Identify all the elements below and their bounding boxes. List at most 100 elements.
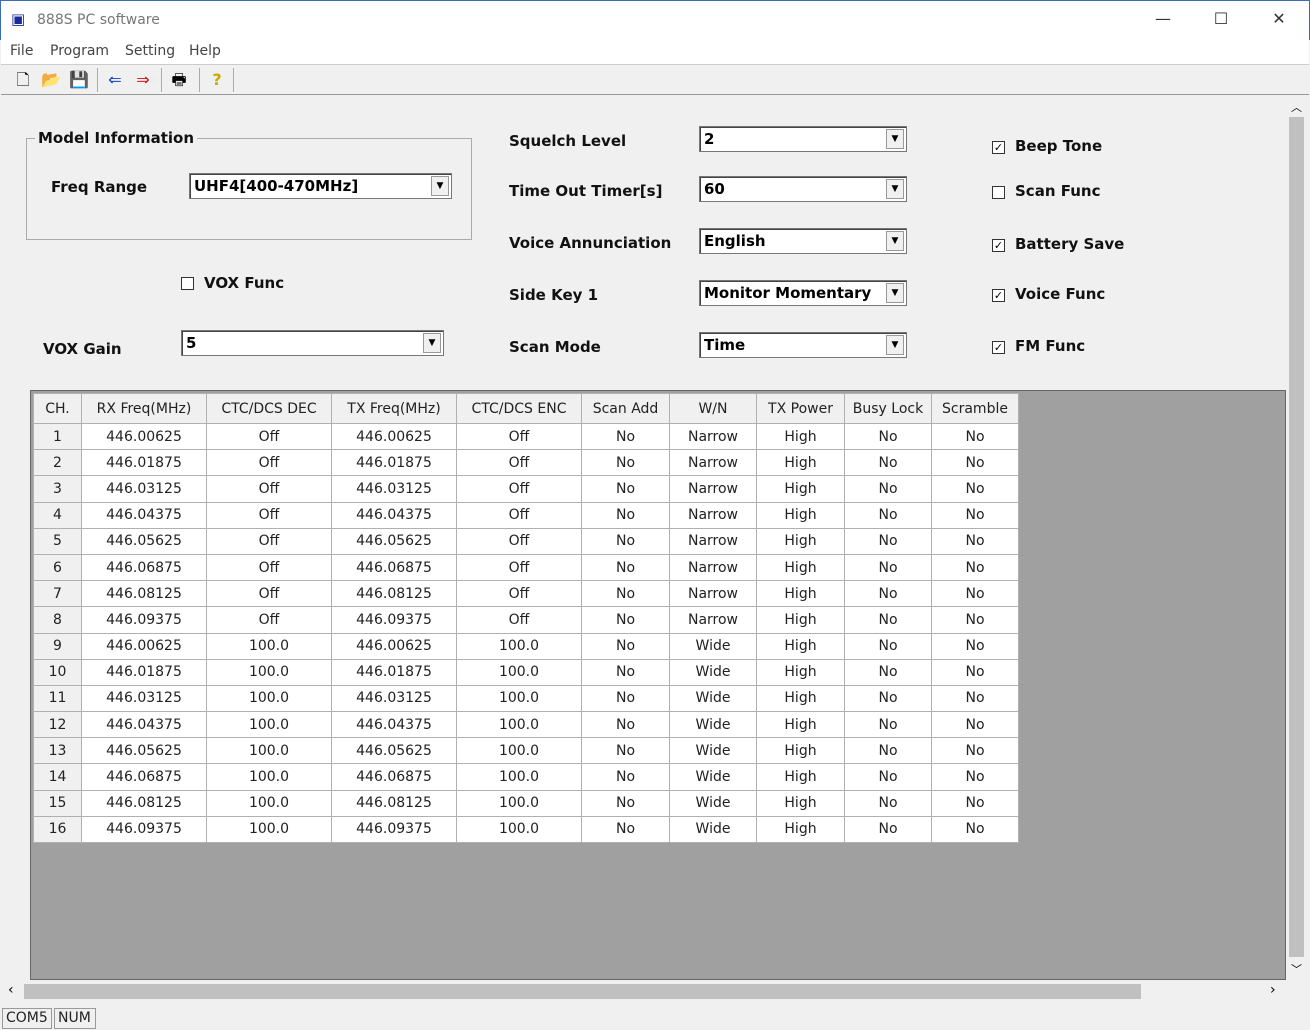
column-header-rx-freq-mhz[interactable]: RX Freq(MHz) [81,393,207,424]
cell-ch[interactable]: 1 [33,422,82,451]
cell-ctc-dcs-enc[interactable]: Off [456,527,582,555]
scroll-thumb[interactable] [1289,117,1304,957]
cell-busy-lock[interactable]: No [844,580,932,608]
cell-tx-power[interactable]: High [756,815,845,844]
cell-ch[interactable]: 8 [33,606,82,634]
column-header-w-n[interactable]: W/N [669,393,757,424]
cell-ctc-dcs-dec[interactable]: 100.0 [206,815,332,844]
cell-ctc-dcs-dec[interactable]: 100.0 [206,684,332,713]
vertical-scrollbar[interactable]: ︿ ﹀ [1287,97,1306,980]
cell-busy-lock[interactable]: No [844,553,932,582]
cell-ctc-dcs-enc[interactable]: 100.0 [456,684,582,713]
cell-scan-add[interactable]: No [581,711,670,739]
table-row[interactable]: 1 446.00625 Off 446.00625 Off No Narrow High No N… [33,422,1019,451]
cell-w-n[interactable]: Narrow [669,475,757,503]
cell-busy-lock[interactable]: No [844,449,932,477]
cell-busy-lock[interactable]: No [844,658,932,686]
menu-setting[interactable]: Setting [125,43,175,59]
cell-rx-freq-mhz[interactable]: 446.04375 [81,711,207,739]
cell-tx-power[interactable]: High [756,606,845,634]
cell-scan-add[interactable]: No [581,422,670,451]
cell-rx-freq-mhz[interactable]: 446.00625 [81,632,207,660]
cell-busy-lock[interactable]: No [844,475,932,503]
cell-tx-power[interactable]: High [756,475,845,503]
cell-ch[interactable]: 11 [33,684,82,713]
write-to-radio-icon[interactable]: ⇒ [131,69,155,91]
menu-help[interactable]: Help [189,43,221,59]
cell-ctc-dcs-dec[interactable]: Off [206,475,332,503]
scroll-thumb[interactable] [24,984,1141,999]
cell-busy-lock[interactable]: No [844,737,932,765]
cell-w-n[interactable]: Wide [669,684,757,713]
cell-scan-add[interactable]: No [581,449,670,477]
vox-func-checkbox[interactable] [181,277,194,290]
cell-w-n[interactable]: Narrow [669,501,757,529]
cell-scramble[interactable]: No [931,475,1019,503]
menu-file[interactable]: File [10,43,33,59]
cell-tx-freq-mhz[interactable]: 446.03125 [331,684,457,713]
table-row[interactable]: 12 446.04375 100.0 446.04375 100.0 No Wide High… [33,711,1019,739]
scroll-down-icon[interactable]: ﹀ [1291,961,1302,977]
cell-ctc-dcs-enc[interactable]: 100.0 [456,658,582,686]
cell-tx-power[interactable]: High [756,422,845,451]
cell-scramble[interactable]: No [931,527,1019,555]
cell-ctc-dcs-enc[interactable]: 100.0 [456,789,582,817]
table-row[interactable]: 14 446.06875 100.0 446.06875 100.0 No Wide High… [33,763,1019,791]
cell-ctc-dcs-enc[interactable]: Off [456,553,582,582]
cell-rx-freq-mhz[interactable]: 446.06875 [81,763,207,791]
column-header-ctc-dcs-dec[interactable]: CTC/DCS DEC [206,393,332,424]
cell-ctc-dcs-enc[interactable]: 100.0 [456,763,582,791]
cell-rx-freq-mhz[interactable]: 446.06875 [81,553,207,582]
cell-busy-lock[interactable]: No [844,711,932,739]
column-header-ch[interactable]: CH. [33,393,82,424]
cell-ch[interactable]: 13 [33,737,82,765]
table-row[interactable]: 8 446.09375 Off 446.09375 Off No Narrow High No N… [33,606,1019,634]
scroll-right-icon[interactable]: › [1270,982,1276,998]
cell-ctc-dcs-enc[interactable]: 100.0 [456,632,582,660]
cell-rx-freq-mhz[interactable]: 446.05625 [81,737,207,765]
cell-scramble[interactable]: No [931,580,1019,608]
column-header-scan-add[interactable]: Scan Add [581,393,670,424]
cell-scan-add[interactable]: No [581,606,670,634]
cell-ch[interactable]: 12 [33,711,82,739]
cell-tx-freq-mhz[interactable]: 446.05625 [331,527,457,555]
cell-ctc-dcs-enc[interactable]: 100.0 [456,711,582,739]
cell-tx-power[interactable]: High [756,501,845,529]
cell-ctc-dcs-dec[interactable]: 100.0 [206,737,332,765]
column-header-scramble[interactable]: Scramble [931,393,1019,424]
cell-scramble[interactable]: No [931,553,1019,582]
cell-ch[interactable]: 4 [33,501,82,529]
cell-rx-freq-mhz[interactable]: 446.01875 [81,449,207,477]
cell-scan-add[interactable]: No [581,737,670,765]
cell-scan-add[interactable]: No [581,475,670,503]
cell-scramble[interactable]: No [931,632,1019,660]
cell-tx-freq-mhz[interactable]: 446.01875 [331,449,457,477]
cell-rx-freq-mhz[interactable]: 446.08125 [81,789,207,817]
voice-annunciation-select[interactable]: English ▼ [699,228,907,254]
cell-scan-add[interactable]: No [581,763,670,791]
cell-tx-freq-mhz[interactable]: 446.04375 [331,501,457,529]
maximize-button[interactable]: ☐ [1201,9,1241,33]
cell-w-n[interactable]: Wide [669,737,757,765]
cell-rx-freq-mhz[interactable]: 446.03125 [81,475,207,503]
cell-scramble[interactable]: No [931,422,1019,451]
cell-busy-lock[interactable]: No [844,606,932,634]
cell-tx-freq-mhz[interactable]: 446.08125 [331,789,457,817]
cell-ch[interactable]: 6 [33,553,82,582]
column-header-tx-freq-mhz[interactable]: TX Freq(MHz) [331,393,457,424]
cell-ctc-dcs-dec[interactable]: 100.0 [206,632,332,660]
cell-tx-freq-mhz[interactable]: 446.00625 [331,422,457,451]
cell-scan-add[interactable]: No [581,815,670,844]
cell-busy-lock[interactable]: No [844,527,932,555]
cell-ctc-dcs-enc[interactable]: Off [456,475,582,503]
cell-busy-lock[interactable]: No [844,789,932,817]
cell-w-n[interactable]: Wide [669,711,757,739]
cell-scramble[interactable]: No [931,684,1019,713]
cell-scan-add[interactable]: No [581,501,670,529]
cell-ctc-dcs-dec[interactable]: 100.0 [206,789,332,817]
table-row[interactable]: 16 446.09375 100.0 446.09375 100.0 No Wide High… [33,815,1019,844]
table-row[interactable]: 5 446.05625 Off 446.05625 Off No Narrow High No N… [33,527,1019,555]
cell-tx-freq-mhz[interactable]: 446.03125 [331,475,457,503]
cell-tx-power[interactable]: High [756,553,845,582]
cell-ch[interactable]: 2 [33,449,82,477]
